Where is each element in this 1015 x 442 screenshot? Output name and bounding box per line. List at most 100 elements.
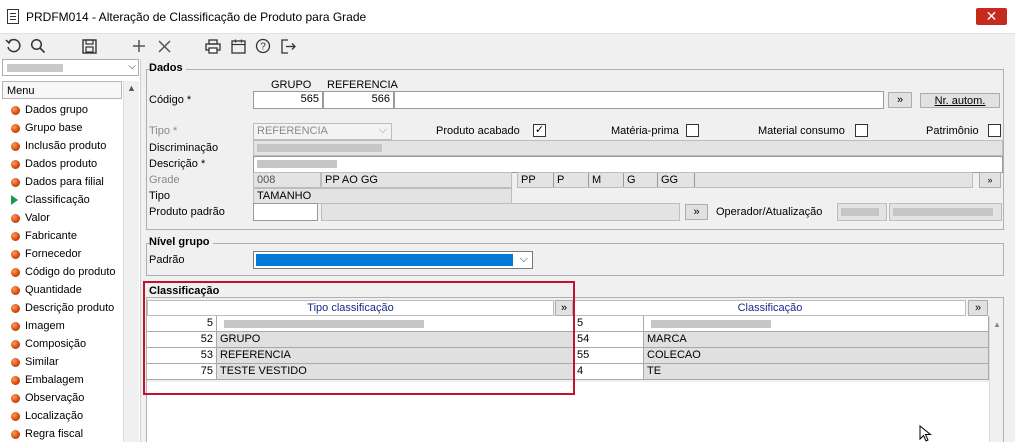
codigo-description-field[interactable] (394, 91, 884, 109)
bullet-icon (11, 267, 20, 277)
table-cell-tipo-code[interactable]: 53 (147, 348, 217, 364)
grade-sizes-button[interactable]: » (979, 172, 1001, 188)
table-cell-class-code[interactable]: 55 (574, 348, 644, 364)
table-cell-class-desc[interactable]: COLECAO (644, 348, 989, 364)
grupo-code-field[interactable]: 565 (253, 91, 323, 109)
save-button[interactable] (79, 36, 99, 56)
patrimonio-checkbox[interactable] (988, 124, 1001, 137)
table-row[interactable]: 75 TESTE VESTIDO 4 TE (147, 364, 989, 380)
menu-item[interactable]: Fornecedor (2, 245, 122, 263)
materia-prima-checkbox[interactable] (686, 124, 699, 137)
cancel-button[interactable] (154, 36, 174, 56)
table-cell-class-code[interactable]: 5 (574, 316, 644, 332)
tipo-grade-field[interactable]: TAMANHO (253, 188, 512, 204)
menu-item[interactable]: Inclusão produto (2, 137, 122, 155)
company-selector[interactable]: ⌵ (2, 59, 139, 76)
menu-item[interactable]: Similar (2, 353, 122, 371)
menu-item[interactable]: Fabricante (2, 227, 122, 245)
material-consumo-checkbox[interactable] (855, 124, 868, 137)
menu-item[interactable]: Localização (2, 407, 122, 425)
produto-padrao-lookup-button[interactable]: » (685, 204, 708, 220)
produto-acabado-checkbox[interactable]: ✓ (533, 124, 546, 137)
table-row[interactable]: 55 (147, 316, 989, 332)
produto-padrao-desc-field[interactable] (321, 203, 680, 221)
menu-item[interactable]: Regra fiscal (2, 425, 122, 442)
search-button[interactable] (28, 36, 48, 56)
tipo-label: Tipo * (149, 125, 178, 137)
tipo-classificacao-column-header[interactable]: Tipo classificação (147, 300, 554, 316)
table-row[interactable]: 53 REFERENCIA 55 COLECAO (147, 348, 989, 364)
descricao-label: Descrição * (149, 158, 206, 170)
bullet-icon (11, 393, 20, 403)
menu-item[interactable]: Observação (2, 389, 122, 407)
calendar-button[interactable] (228, 36, 248, 56)
redacted-value (257, 144, 382, 152)
classificacao-expand-button[interactable]: » (968, 300, 988, 316)
grade-desc-field[interactable]: PP AO GG (321, 172, 512, 188)
scroll-up-icon[interactable]: ▲ (993, 320, 1001, 329)
bullet-icon (11, 357, 20, 367)
descricao-field[interactable] (253, 156, 1003, 173)
table-cell-tipo-desc[interactable]: TESTE VESTIDO (217, 364, 574, 380)
table-cell-tipo-desc[interactable]: REFERENCIA (217, 348, 574, 364)
padrao-select[interactable]: ⌵ (253, 251, 533, 269)
close-button[interactable]: ✕ (976, 8, 1007, 25)
table-cell-class-desc[interactable]: TE (644, 364, 989, 380)
menu-item[interactable]: Grupo base (2, 119, 122, 137)
cancel-icon (157, 39, 171, 53)
menu-item[interactable]: Dados grupo (2, 101, 122, 119)
table-cell-class-code[interactable]: 54 (574, 332, 644, 348)
menu-item[interactable]: Descrição produto (2, 299, 122, 317)
menu-item[interactable]: Código do produto (2, 263, 122, 281)
menu-item[interactable]: Composição (2, 335, 122, 353)
codigo-lookup-button[interactable]: » (888, 92, 912, 108)
table-cell-tipo-code[interactable]: 5 (147, 316, 217, 332)
menu-item[interactable]: Embalagem (2, 371, 122, 389)
classificacao-grid-scrollbar[interactable]: ▲ (989, 316, 1003, 442)
bullet-icon (11, 429, 20, 439)
help-button[interactable]: ? (253, 36, 273, 56)
menu-item[interactable]: Quantidade (2, 281, 122, 299)
bullet-icon (11, 105, 20, 115)
grade-code-field[interactable]: 008 (253, 172, 321, 188)
chevron-down-icon: ⌵ (378, 124, 387, 136)
print-button[interactable] (203, 36, 223, 56)
discriminacao-field[interactable] (253, 140, 1003, 156)
undo-refresh-button[interactable] (3, 36, 23, 56)
menu-item[interactable]: Classificação (2, 191, 122, 209)
exit-button[interactable] (279, 36, 299, 56)
operador-field[interactable] (837, 203, 887, 221)
classificacao-column-header[interactable]: Classificação (574, 300, 966, 316)
referencia-code-field[interactable]: 566 (323, 91, 394, 109)
atualizacao-field[interactable] (889, 203, 1002, 221)
menu-item[interactable]: Dados produto (2, 155, 122, 173)
scroll-up-icon[interactable]: ▲ (127, 83, 136, 93)
table-cell-class-code[interactable]: 4 (574, 364, 644, 380)
table-cell-tipo-desc[interactable]: GRUPO (217, 332, 574, 348)
menu-item[interactable]: Valor (2, 209, 122, 227)
tipo-select[interactable]: REFERENCIA ⌵ (253, 123, 392, 140)
main-scrollbar[interactable] (1006, 59, 1015, 442)
menu-item[interactable]: Imagem (2, 317, 122, 335)
classificacao-frame-top (146, 297, 1004, 298)
tipo-grade-label: Tipo (149, 190, 170, 202)
menu-item[interactable]: Dados para filial (2, 173, 122, 191)
table-cell-class-desc[interactable]: MARCA (644, 332, 989, 348)
table-row[interactable]: 52 GRUPO 54 MARCA (147, 332, 989, 348)
add-button[interactable] (129, 36, 149, 56)
bullet-icon (11, 375, 20, 385)
chevron-down-icon: ⌵ (128, 61, 136, 72)
bullet-icon (11, 321, 20, 331)
classificacao-group-title: Classificação (149, 285, 223, 297)
table-cell-tipo-code[interactable]: 75 (147, 364, 217, 380)
table-cell-tipo-desc[interactable] (217, 316, 574, 332)
table-cell-class-desc[interactable] (644, 316, 989, 332)
produto-padrao-code-field[interactable] (253, 203, 318, 221)
produto-acabado-label: Produto acabado (436, 125, 520, 137)
grade-size-cell: M (589, 173, 624, 187)
nr-autom-button[interactable]: Nr. autom. (920, 93, 1000, 108)
table-cell-tipo-code[interactable]: 52 (147, 332, 217, 348)
tipo-select-value: REFERENCIA (257, 125, 328, 137)
menu-scrollbar[interactable]: ▲ (123, 81, 139, 442)
tipo-classificacao-expand-button[interactable]: » (555, 300, 573, 316)
